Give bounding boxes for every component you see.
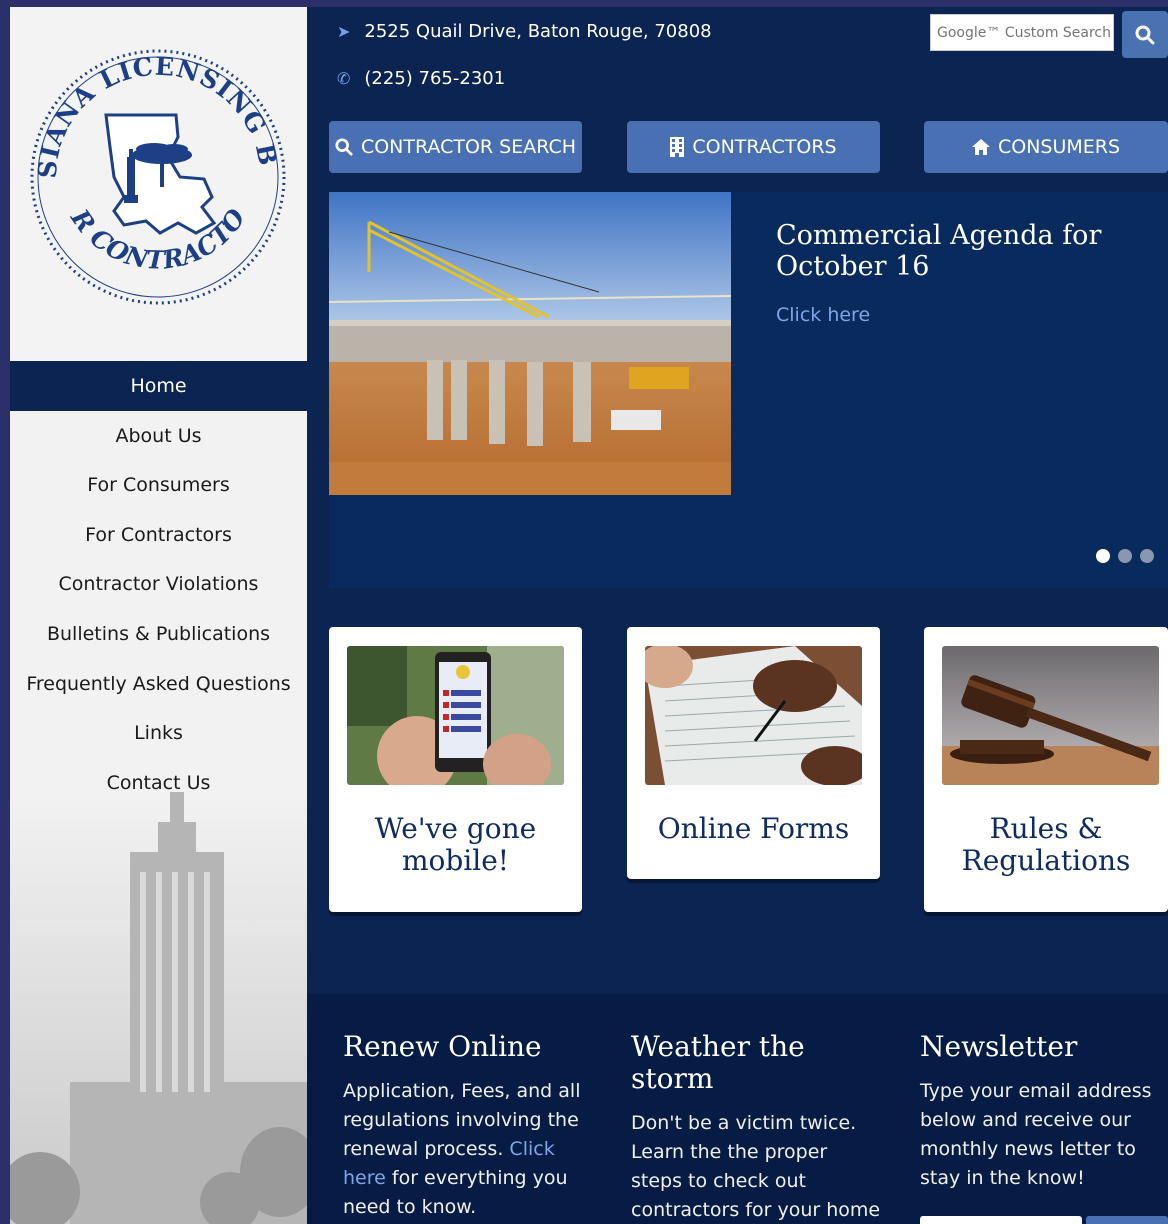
newsletter-text: Type your email address below and receiv… (920, 1080, 1152, 1189)
gavel-image (942, 646, 1159, 785)
phone-text: (225) 765-2301 (364, 68, 506, 89)
address-line: ➤ 2525 Quail Drive, Baton Rouge, 70808 (337, 21, 712, 42)
newsletter-section: Newsletter Type your email address below… (920, 1031, 1155, 1193)
card-online-forms[interactable]: Online Forms (627, 627, 880, 879)
card-mobile-title: We've gone mobile! (374, 812, 537, 877)
renew-online-section: Renew Online Application, Fees, and all … (343, 1031, 593, 1222)
slide-title: Commercial Agenda for October 16 (776, 220, 1102, 282)
consumers-button[interactable]: CONSUMERS (924, 121, 1168, 173)
construction-bridge-image (329, 192, 731, 495)
consumers-label: CONSUMERS (997, 136, 1121, 158)
phone-icon: ✆ (337, 69, 351, 88)
renew-online-heading: Renew Online (343, 1030, 542, 1063)
slider-dot-3[interactable] (1140, 549, 1154, 563)
nav-item-home[interactable]: Home (10, 361, 307, 411)
logo[interactable]: LOUISIANA LICENSING BOARD FOR CONTRACTOR… (10, 7, 307, 361)
nav-item-links[interactable]: Links (10, 708, 307, 758)
building-icon (670, 137, 685, 157)
slide-click-here-link[interactable]: Click here (776, 304, 870, 326)
weather-storm-section: Weather the storm Don't be a victim twic… (631, 1031, 881, 1224)
weather-storm-heading: Weather the storm (631, 1030, 805, 1095)
search-icon (1135, 25, 1155, 44)
newsletter-heading: Newsletter (920, 1030, 1078, 1063)
search-icon (335, 138, 353, 156)
address-text: 2525 Quail Drive, Baton Rouge, 70808 (364, 21, 712, 42)
nav-item-for-consumers[interactable]: For Consumers (10, 460, 307, 510)
nav-item-for-contractors[interactable]: For Contractors (10, 510, 307, 560)
news-slider: Commercial Agenda for October 16 Click h… (329, 192, 1168, 588)
nav-item-bulletins-publications[interactable]: Bulletins & Publications (10, 609, 307, 659)
signing-forms-image (645, 646, 862, 785)
card-rules-regulations[interactable]: Rules & Regulations (924, 627, 1168, 912)
phone-line[interactable]: ✆ (225) 765-2301 (337, 68, 505, 89)
slider-dot-1[interactable] (1096, 549, 1110, 563)
search-button[interactable] (1122, 11, 1168, 58)
contractor-search-button[interactable]: CONTRACTOR SEARCH (329, 121, 582, 173)
sidebar: LOUISIANA LICENSING BOARD FOR CONTRACTOR… (10, 7, 307, 1224)
weather-storm-text: Don't be a victim twice. Learn the the p… (631, 1112, 881, 1221)
home-icon (971, 139, 990, 155)
contractors-label: CONTRACTORS (692, 136, 837, 158)
slider-dot-2[interactable] (1118, 549, 1132, 563)
nav-item-contractor-violations[interactable]: Contractor Violations (10, 559, 307, 609)
card-rules-title: Rules & Regulations (961, 812, 1131, 877)
site-search-input[interactable] (930, 14, 1114, 51)
card-mobile[interactable]: We've gone mobile! (329, 627, 582, 912)
nav-item-about-us[interactable]: About Us (10, 411, 307, 461)
contractor-search-label: CONTRACTOR SEARCH (360, 136, 577, 158)
newsletter-submit-button[interactable] (1086, 1216, 1168, 1224)
contractors-button[interactable]: CONTRACTORS (627, 121, 880, 173)
location-arrow-icon: ➤ (337, 22, 351, 41)
main-navigation: Home About Us For Consumers For Contract… (10, 361, 307, 807)
nav-item-faq[interactable]: Frequently Asked Questions (10, 659, 307, 709)
card-online-forms-title: Online Forms (657, 812, 850, 845)
renew-online-text: Application, Fees, and all regulations i… (343, 1077, 593, 1222)
top-info-bar: ➤ 2525 Quail Drive, Baton Rouge, 70808 ✆… (307, 7, 1168, 102)
capitol-building-image (10, 792, 307, 1224)
board-seal-logo: LOUISIANA LICENSING BOARD FOR CONTRACTOR… (28, 37, 286, 305)
newsletter-email-input[interactable] (920, 1216, 1082, 1224)
page: LOUISIANA LICENSING BOARD FOR CONTRACTOR… (10, 7, 1168, 1224)
footer: Renew Online Application, Fees, and all … (307, 994, 1168, 1224)
mobile-phone-image (347, 646, 564, 785)
slider-pagination (1096, 549, 1154, 563)
